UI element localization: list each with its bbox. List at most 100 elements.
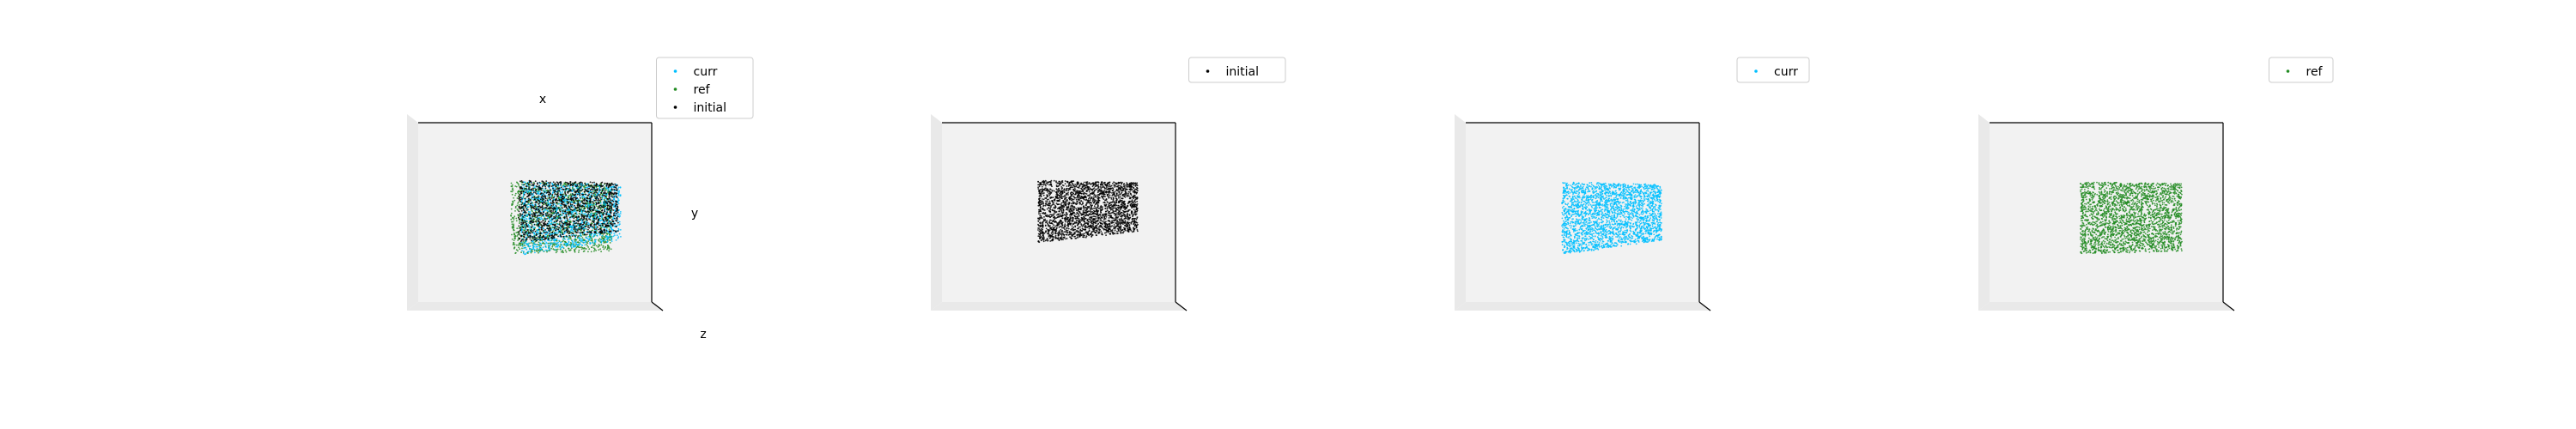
data-point (576, 213, 578, 215)
data-point (525, 185, 527, 188)
data-point (548, 221, 550, 222)
data-point (593, 243, 595, 245)
data-point (535, 200, 538, 202)
data-point (613, 189, 615, 190)
data-point (552, 230, 554, 232)
data-point (588, 187, 591, 190)
data-point (581, 212, 583, 214)
data-point (587, 205, 590, 207)
data-point (547, 214, 549, 216)
data-point (576, 187, 578, 190)
data-point (615, 195, 617, 197)
data-point (1116, 230, 1118, 233)
data-point (609, 202, 611, 204)
data-point (565, 229, 568, 232)
data-point (560, 248, 562, 251)
data-point (548, 185, 550, 188)
data-point (598, 199, 601, 202)
data-point (1111, 220, 1113, 222)
data-point (616, 203, 618, 206)
data-point (523, 251, 525, 252)
data-point (605, 226, 607, 227)
data-point (512, 203, 513, 206)
data-point (589, 238, 591, 240)
data-point (568, 190, 570, 192)
data-point (611, 204, 614, 206)
data-point (532, 238, 534, 239)
data-point (552, 181, 555, 184)
data-point (559, 192, 562, 194)
data-point (575, 208, 578, 209)
data-point (571, 235, 574, 237)
data-point (614, 214, 617, 217)
data-point (548, 195, 550, 197)
data-point (554, 182, 556, 184)
data-point (589, 209, 592, 212)
data-point (541, 221, 543, 223)
data-point (568, 230, 570, 233)
data-point (554, 193, 556, 196)
data-point (574, 190, 575, 192)
data-point (590, 195, 592, 197)
data-point (548, 247, 550, 250)
data-point (556, 232, 558, 234)
data-point (592, 235, 595, 237)
data-point (532, 184, 535, 187)
data-point (538, 221, 541, 223)
data-point (530, 248, 532, 250)
data-point (525, 223, 527, 226)
data-point (556, 239, 558, 242)
data-point (521, 247, 523, 250)
data-point (592, 192, 594, 195)
data-point (580, 210, 582, 213)
data-point (595, 199, 597, 202)
data-point (593, 250, 595, 252)
data-point (600, 205, 603, 208)
data-point (554, 188, 556, 190)
data-point (563, 240, 566, 243)
data-point (529, 229, 532, 232)
data-point (1041, 217, 1043, 220)
data-point (573, 217, 575, 220)
data-point (541, 187, 543, 190)
data-point (553, 212, 556, 214)
data-point (583, 215, 586, 218)
data-point (583, 190, 586, 193)
data-point (616, 213, 617, 214)
data-point (571, 227, 574, 229)
data-point (598, 249, 600, 251)
data-point (544, 223, 547, 225)
data-point (580, 205, 583, 208)
data-point (568, 214, 570, 217)
data-point (1045, 184, 1047, 187)
data-point (564, 201, 567, 203)
data-point (599, 202, 602, 204)
data-point (597, 246, 599, 248)
data-point (519, 227, 522, 229)
data-point (559, 245, 561, 248)
data-point (586, 186, 587, 189)
data-point (608, 231, 611, 233)
data-point (519, 229, 521, 232)
data-point (577, 235, 580, 237)
data-point (608, 195, 611, 196)
data-point (596, 230, 598, 232)
data-point (552, 235, 554, 238)
data-point (614, 205, 617, 208)
data-point (593, 228, 596, 230)
data-point (605, 183, 608, 184)
data-point (594, 213, 597, 215)
data-point (520, 199, 523, 202)
data-point (529, 198, 532, 201)
data-point (531, 184, 533, 186)
data-point (586, 190, 589, 193)
data-point (610, 213, 612, 214)
data-point (538, 195, 540, 197)
data-point (602, 219, 605, 221)
data-point (520, 209, 523, 212)
data-point (587, 213, 590, 215)
data-point (575, 225, 578, 227)
data-point (558, 181, 561, 184)
data-point (517, 192, 519, 195)
data-point (538, 202, 540, 204)
